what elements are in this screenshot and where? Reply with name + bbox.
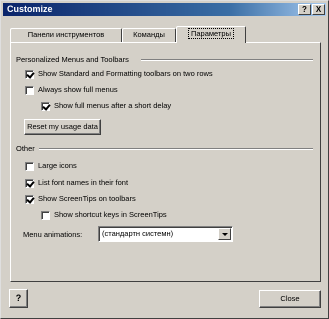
checkbox-full-menus-box[interactable] bbox=[25, 85, 34, 95]
checkbox-shortcut-keys[interactable]: Show shortcut keys in ScreenTips bbox=[41, 210, 167, 220]
checkbox-screentips-label: Show ScreenTips on toolbars bbox=[38, 194, 136, 203]
other-heading: Other bbox=[16, 144, 35, 153]
checkbox-screentips[interactable]: Show ScreenTips on toolbars bbox=[25, 194, 136, 204]
personalized-heading: Personalized Menus and Toolbars bbox=[16, 55, 129, 64]
tab-commands[interactable]: Команды bbox=[122, 28, 176, 42]
checkbox-font-names-box[interactable] bbox=[25, 178, 34, 188]
customize-dialog: Customize ? X Панели инструментов Команд… bbox=[0, 0, 329, 319]
menu-animations-label: Menu animations: bbox=[23, 230, 83, 239]
checkbox-screentips-box[interactable] bbox=[25, 194, 34, 204]
checkbox-short-delay-label: Show full menus after a short delay bbox=[54, 101, 172, 110]
title-bar[interactable]: Customize ? X bbox=[3, 3, 326, 16]
reset-usage-data-button[interactable]: Reset my usage data bbox=[24, 119, 101, 135]
personalized-separator bbox=[141, 59, 313, 61]
checkbox-shortcut-keys-box[interactable] bbox=[41, 210, 50, 220]
help-icon[interactable]: ? bbox=[9, 289, 28, 308]
checkbox-full-menus[interactable]: Always show full menus bbox=[25, 85, 118, 95]
checkbox-large-icons-box[interactable] bbox=[25, 161, 34, 171]
checkbox-short-delay[interactable]: Show full menus after a short delay bbox=[41, 101, 171, 111]
tab-options-label: Параметры bbox=[188, 28, 234, 39]
window-title: Customize bbox=[7, 4, 53, 14]
close-button[interactable]: Close bbox=[259, 290, 321, 308]
checkbox-large-icons[interactable]: Large icons bbox=[25, 161, 77, 171]
checkbox-two-rows[interactable]: Show Standard and Formatting toolbars on… bbox=[25, 69, 213, 79]
title-close-button[interactable]: X bbox=[312, 4, 325, 15]
menu-animations-value: (стандартн системн) bbox=[102, 229, 174, 238]
checkbox-font-names[interactable]: List font names in their font bbox=[25, 178, 128, 188]
checkbox-large-icons-label: Large icons bbox=[38, 161, 77, 170]
checkbox-two-rows-box[interactable] bbox=[25, 69, 34, 79]
checkbox-shortcut-keys-label: Show shortcut keys in ScreenTips bbox=[54, 210, 167, 219]
tab-toolbars[interactable]: Панели инструментов bbox=[10, 28, 122, 42]
tab-options[interactable]: Параметры bbox=[176, 26, 246, 43]
checkbox-two-rows-label: Show Standard and Formatting toolbars on… bbox=[38, 69, 213, 78]
checkbox-short-delay-box[interactable] bbox=[41, 101, 50, 111]
checkbox-full-menus-label: Always show full menus bbox=[38, 85, 118, 94]
checkbox-font-names-label: List font names in their font bbox=[38, 178, 129, 187]
chevron-down-icon[interactable] bbox=[218, 228, 231, 240]
other-separator bbox=[39, 148, 313, 150]
menu-animations-select[interactable]: (стандартн системн) bbox=[98, 226, 233, 242]
title-help-button[interactable]: ? bbox=[298, 4, 311, 15]
